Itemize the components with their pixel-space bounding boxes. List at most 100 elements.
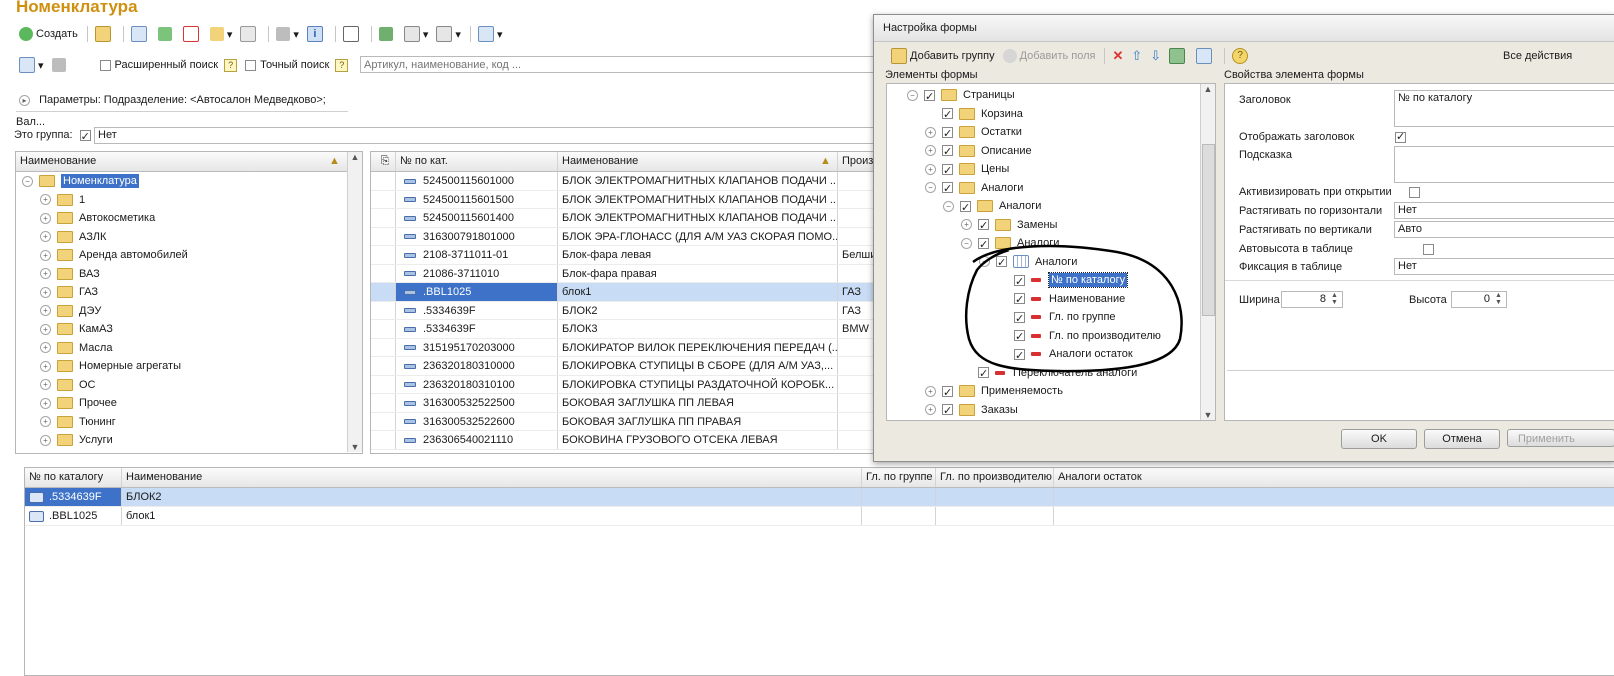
- print-button[interactable]: ▾: [273, 24, 302, 44]
- list-settings-button[interactable]: ▾: [16, 55, 47, 75]
- col-maker[interactable]: Произв: [837, 152, 877, 171]
- add-fields-button[interactable]: Добавить поля: [1000, 46, 1099, 66]
- height-spinner[interactable]: ▲ ▼: [1495, 292, 1502, 306]
- edit-button[interactable]: [155, 24, 178, 44]
- group-filter-checkbox[interactable]: [79, 128, 91, 145]
- table-row[interactable]: 524500115601000 БЛОК ЭЛЕКТРОМАГНИТНЫХ КЛА…: [371, 172, 877, 191]
- table-row[interactable]: 236306540021110 БОКОВИНА ГРУЗОВОГО ОТСЕКА…: [371, 431, 877, 450]
- table-row[interactable]: 315195170203000 БЛОКИРАТОР ВИЛОК ПЕРЕКЛЮЧ…: [371, 338, 877, 357]
- search-input[interactable]: [360, 56, 875, 73]
- move-down-icon[interactable]: ⇩: [1147, 46, 1164, 66]
- table-row[interactable]: 316300532522600 БОКОВАЯ ЗАГЛУШКА ПП ПРАВА…: [371, 412, 877, 431]
- move-up-icon[interactable]: ⇧: [1128, 46, 1145, 66]
- stretch-h-select[interactable]: Нет: [1394, 202, 1614, 219]
- find-button[interactable]: [237, 24, 262, 44]
- table-row[interactable]: .5334639F БЛОК2: [25, 488, 1614, 507]
- tree-scrollbar[interactable]: ▲ ▼: [347, 152, 362, 452]
- table-row[interactable]: .5334639F БЛОК3 BMW: [371, 320, 877, 339]
- tree-root[interactable]: − Номенклатура: [16, 172, 346, 191]
- help-icon[interactable]: ?: [1229, 46, 1254, 66]
- table-row[interactable]: 316300532522500 БОКОВАЯ ЗАГЛУШКА ПП ЛЕВАЯ: [371, 394, 877, 413]
- tree-item[interactable]: + КамАЗ: [16, 320, 346, 339]
- col-main-maker[interactable]: Гл. по производителю: [935, 468, 1053, 487]
- structure-button[interactable]: [376, 24, 399, 44]
- table-row[interactable]: .5334639F БЛОК2 ГАЗ: [371, 301, 877, 320]
- delete-icon[interactable]: ✕: [1109, 46, 1126, 66]
- elements-tree-scrollbar[interactable]: ▲ ▼: [1200, 84, 1215, 420]
- add-folder-button[interactable]: [92, 24, 117, 44]
- table-row[interactable]: .BBL1025 блок1: [25, 507, 1614, 526]
- tree-item[interactable]: + Масла: [16, 339, 346, 358]
- tree-item[interactable]: + Прочее: [16, 394, 346, 413]
- ok-button[interactable]: OK: [1341, 429, 1417, 449]
- tree-item[interactable]: + ДЭУ: [16, 302, 346, 321]
- col-analog-stock[interactable]: Аналоги остаток: [1053, 468, 1573, 487]
- fix-select[interactable]: Нет: [1394, 258, 1614, 275]
- delete-button[interactable]: [180, 24, 205, 44]
- tree-item[interactable]: + ГАЗ: [16, 283, 346, 302]
- add-fields-icon: [1002, 49, 1017, 63]
- items-table: ⎘ № по кат. Наименование ▲ Произв 524500…: [370, 151, 878, 454]
- tree-item[interactable]: + Услуги: [16, 431, 346, 450]
- col-code[interactable]: № по кат.: [395, 152, 557, 171]
- create-button[interactable]: Создать: [16, 24, 81, 44]
- col-name[interactable]: Наименование ▲: [557, 152, 837, 171]
- tree-item[interactable]: + Аренда автомобилей: [16, 246, 346, 265]
- show-header-checkbox[interactable]: [1395, 130, 1406, 143]
- tree-item[interactable]: + Автокосметика: [16, 209, 346, 228]
- group-filter-value[interactable]: Нет: [94, 127, 876, 144]
- all-actions-menu[interactable]: Все действия: [1503, 50, 1572, 62]
- activate-checkbox[interactable]: [1409, 186, 1421, 198]
- table-row[interactable]: 524500115601400 БЛОК ЭЛЕКТРОМАГНИТНЫХ КЛА…: [371, 209, 877, 228]
- col-analog-name[interactable]: Наименование: [121, 468, 861, 487]
- tree-item[interactable]: + ВАЗ: [16, 265, 346, 284]
- tree-item[interactable]: + Номерные агрегаты: [16, 357, 346, 376]
- col-main-group[interactable]: Гл. по группе: [861, 468, 935, 487]
- autoheight-checkbox[interactable]: [1423, 243, 1435, 255]
- cell-code: 2108-3711011-01: [395, 246, 557, 264]
- table-row[interactable]: 236320180310100 БЛОКИРОВКА СТУПИЦЫ РАЗДАТ…: [371, 375, 877, 394]
- width-spinner[interactable]: ▲ ▼: [1331, 292, 1338, 306]
- expand-icon: +: [40, 286, 51, 298]
- cell-maker: [837, 264, 877, 282]
- help-icon[interactable]: ?: [224, 58, 238, 72]
- table-row[interactable]: 236320180310000 БЛОКИРОВКА СТУПИЦЫ В СБОР…: [371, 357, 877, 376]
- search-list-button[interactable]: [340, 24, 365, 44]
- group-icon[interactable]: [1166, 46, 1191, 66]
- add-fields-label: Добавить поля: [1019, 50, 1096, 62]
- reports-button[interactable]: ▾: [475, 24, 506, 44]
- cell-name: блок1: [557, 283, 837, 301]
- col-catalog[interactable]: № по каталогу: [25, 468, 121, 487]
- params-bar[interactable]: ▸ Параметры: Подразделение: <Автосалон М…: [16, 89, 348, 128]
- tree-item[interactable]: + АЗЛК: [16, 228, 346, 247]
- extended-search-checkbox[interactable]: [99, 59, 111, 71]
- tree-item[interactable]: +1: [16, 191, 346, 210]
- help-icon[interactable]: ?: [335, 58, 349, 72]
- exact-search-checkbox[interactable]: [245, 59, 257, 71]
- cell-code: 316300532522500: [395, 394, 557, 412]
- attachment-icon[interactable]: ⎘: [371, 152, 395, 171]
- table-row[interactable]: .BBL1025 блок1 ГАЗ: [371, 283, 877, 302]
- cancel-button[interactable]: Отмена: [1424, 429, 1500, 449]
- cart-button[interactable]: [49, 55, 72, 75]
- ungroup-icon[interactable]: [1193, 46, 1218, 66]
- tree-item[interactable]: + Тюнинг: [16, 413, 346, 432]
- tree-item[interactable]: + ОС: [16, 376, 346, 395]
- info-icon: i: [306, 26, 323, 42]
- add-group-button[interactable]: Добавить группу: [888, 46, 998, 66]
- apply-button[interactable]: Применить: [1507, 429, 1614, 447]
- table-row[interactable]: 2108-3711011-01 Блок-фара левая Белши: [371, 246, 877, 265]
- table-row[interactable]: 316300791801000 БЛОК ЭРА-ГЛОНАСС (ДЛЯ А/М…: [371, 227, 877, 246]
- copy-button[interactable]: [128, 24, 153, 44]
- table-row[interactable]: 524500115601500 БЛОК ЭЛЕКТРОМАГНИТНЫХ КЛА…: [371, 190, 877, 209]
- goto-button[interactable]: ▾: [401, 24, 432, 44]
- info-button[interactable]: i: [304, 24, 329, 44]
- move-button[interactable]: ▾: [207, 24, 236, 44]
- expand-icon: +: [40, 212, 51, 224]
- hint-input[interactable]: [1394, 146, 1614, 183]
- stretch-v-select[interactable]: Авто: [1394, 221, 1614, 238]
- tree-header[interactable]: Наименование ▲: [16, 152, 362, 172]
- create-based-button[interactable]: ▾: [433, 24, 464, 44]
- header-prop-input[interactable]: № по каталогу: [1394, 90, 1614, 127]
- table-row[interactable]: 21086-3711010 Блок-фара правая: [371, 264, 877, 283]
